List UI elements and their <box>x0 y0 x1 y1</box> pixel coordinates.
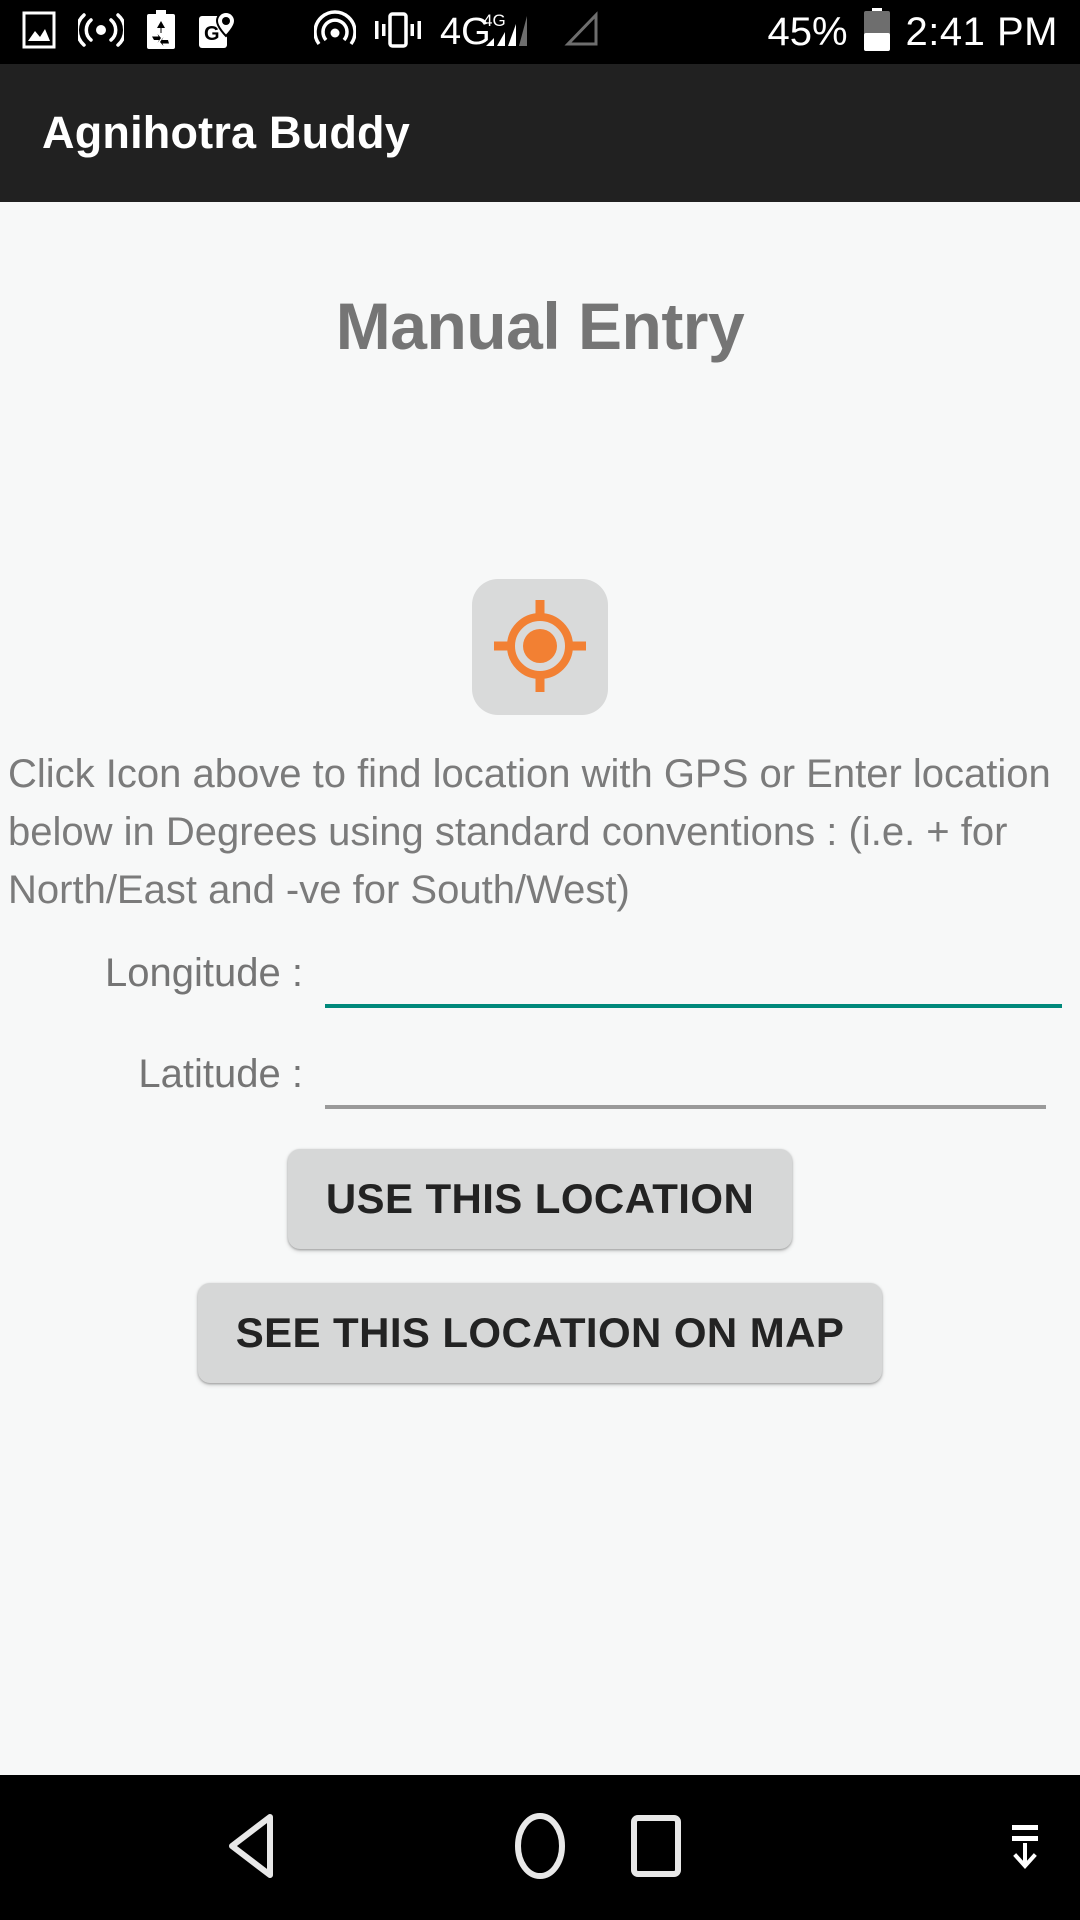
image-icon <box>22 11 56 54</box>
sim2-no-signal-icon <box>562 10 606 55</box>
hide-keyboard-icon <box>1002 1819 1048 1876</box>
app-title: Agnihotra Buddy <box>42 107 410 158</box>
see-location-on-map-button[interactable]: SEE THIS LOCATION ON MAP <box>197 1283 883 1383</box>
gps-crosshair-icon <box>492 598 588 697</box>
svg-text:G: G <box>204 23 220 45</box>
battery-icon <box>862 7 892 57</box>
status-bar-left-icons: G <box>0 9 237 55</box>
status-bar-right: 45% 2:41 PM <box>767 7 1080 57</box>
action-buttons: USE THIS LOCATION SEE THIS LOCATION ON M… <box>0 1149 1080 1383</box>
app-bar: Agnihotra Buddy <box>0 64 1080 202</box>
longitude-field-row: Longitude : <box>0 949 1080 1008</box>
recents-square-icon <box>630 1814 682 1881</box>
battery-saver-recycle-icon <box>146 9 176 55</box>
clock-label: 2:41 PM <box>905 9 1058 54</box>
home-button[interactable] <box>511 1812 569 1883</box>
longitude-input[interactable] <box>325 949 1062 1008</box>
svg-text:4G: 4G <box>483 11 506 30</box>
latitude-input[interactable] <box>325 1050 1046 1109</box>
battery-percent-label: 45% <box>767 9 848 54</box>
navigation-bar <box>0 1775 1080 1920</box>
4g-signal-icon: 4G 4G <box>440 8 544 57</box>
longitude-label: Longitude : <box>105 951 303 995</box>
google-maps-icon: G <box>198 10 237 55</box>
back-triangle-icon <box>222 1813 282 1882</box>
phone-screen: G 4G 4G 45% 2:41 PM Agnihotra Buddy Manu… <box>0 0 1080 1920</box>
coordinate-fields: Longitude : Latitude : <box>0 949 1080 1109</box>
main-content: Manual Entry Click Icon above to find lo… <box>0 202 1080 1775</box>
hotspot-icon <box>75 11 127 54</box>
status-bar: G 4G 4G 45% 2:41 PM <box>0 0 1080 64</box>
recents-button[interactable] <box>630 1814 682 1881</box>
use-this-location-button[interactable]: USE THIS LOCATION <box>287 1149 793 1249</box>
latitude-field-row: Latitude : <box>0 1050 1080 1109</box>
hide-keyboard-button[interactable] <box>1002 1819 1048 1876</box>
nfc-icon <box>313 9 357 56</box>
latitude-label: Latitude : <box>138 1052 303 1096</box>
status-bar-mid-icons: 4G 4G <box>313 8 606 57</box>
instructions-text: Click Icon above to find location with G… <box>8 752 1051 912</box>
page-title: Manual Entry <box>335 289 745 363</box>
gps-locate-button[interactable] <box>472 579 608 715</box>
home-circle-icon <box>511 1812 569 1883</box>
back-button[interactable] <box>222 1813 282 1882</box>
vibrate-icon <box>374 10 422 55</box>
